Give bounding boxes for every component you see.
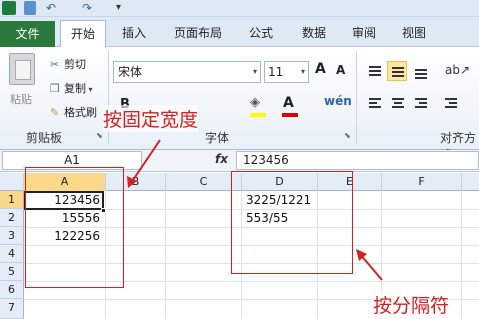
arrow-line-delimiter	[359, 253, 383, 281]
arrow-line-fixed-width	[130, 139, 161, 184]
annotation-arrows	[127, 139, 383, 281]
